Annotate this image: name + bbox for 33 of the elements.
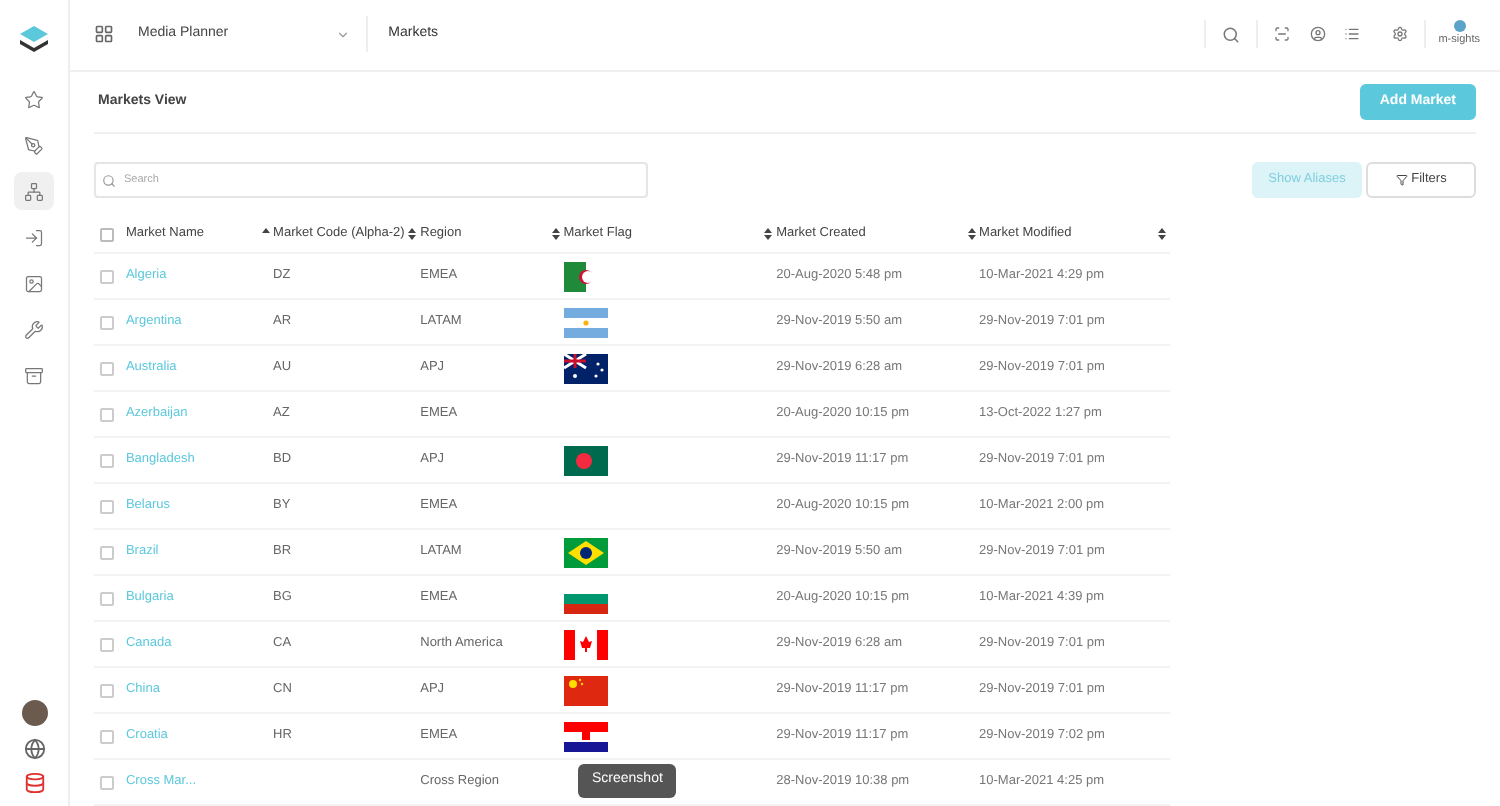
- row-checkbox[interactable]: [100, 315, 114, 329]
- list-icon[interactable]: [1344, 26, 1361, 43]
- select-all-checkbox[interactable]: [100, 227, 114, 241]
- sort-icon[interactable]: [967, 228, 976, 240]
- row-checkbox[interactable]: [100, 591, 114, 605]
- row-checkbox[interactable]: [100, 269, 114, 283]
- database-icon[interactable]: [23, 772, 45, 794]
- hierarchy-icon[interactable]: [14, 172, 54, 210]
- row-checkbox[interactable]: [100, 775, 114, 789]
- row-checkbox[interactable]: [100, 545, 114, 559]
- row-checkbox[interactable]: [100, 637, 114, 651]
- logo-icon[interactable]: [18, 24, 50, 56]
- filter-icon: [1395, 174, 1408, 186]
- row-checkbox[interactable]: [100, 453, 114, 467]
- row-checkbox[interactable]: [100, 729, 114, 743]
- row-checkbox[interactable]: [100, 683, 114, 697]
- row-checkbox[interactable]: [100, 361, 114, 375]
- settings-icon[interactable]: [1392, 26, 1409, 43]
- globe-icon[interactable]: [23, 738, 45, 760]
- row-checkbox[interactable]: [100, 407, 114, 421]
- search-icon[interactable]: [1222, 25, 1241, 44]
- sort-icon[interactable]: [551, 228, 560, 240]
- sort-icon[interactable]: [764, 228, 773, 240]
- scan-icon[interactable]: [1274, 26, 1291, 43]
- user-icon[interactable]: [1310, 26, 1327, 43]
- dropdown-icon[interactable]: [336, 27, 351, 42]
- sort-icon[interactable]: [1157, 228, 1166, 240]
- brand-icon: [1453, 20, 1466, 33]
- search-icon: [102, 173, 116, 187]
- grid-icon[interactable]: [94, 24, 114, 45]
- sort-icon[interactable]: [408, 228, 417, 240]
- row-checkbox[interactable]: [100, 499, 114, 513]
- avatar[interactable]: [21, 700, 47, 726]
